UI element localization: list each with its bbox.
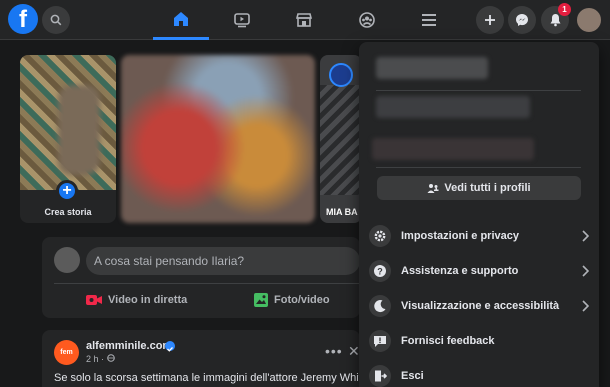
plus-icon [485, 15, 495, 25]
story-avatar [329, 63, 353, 87]
story-card[interactable] [121, 55, 315, 223]
bell-icon [550, 14, 560, 27]
account-avatar[interactable] [575, 6, 603, 34]
blurred-photo [58, 85, 100, 175]
gear-icon [369, 225, 391, 247]
facebook-logo[interactable]: f [8, 4, 38, 34]
profile-item[interactable] [376, 57, 488, 79]
divider [376, 90, 581, 91]
post-timestamp[interactable]: 2 h · [86, 354, 115, 364]
status-input[interactable]: A cosa stai pensando Ilaria? [86, 247, 360, 275]
globe-icon [106, 354, 115, 362]
photo-video-label: Foto/video [274, 294, 330, 306]
menu-item-logout[interactable]: Esci [369, 361, 591, 387]
page-avatar[interactable]: fem [54, 340, 79, 365]
story-author-label: MIA BA [326, 207, 358, 217]
profiles-icon [427, 183, 439, 193]
divider [54, 283, 360, 284]
story-photo [320, 85, 362, 195]
home-icon [174, 11, 188, 26]
post-text: Se solo la scorsa settimana le immagini … [54, 372, 360, 384]
top-bar: f 1 [0, 0, 610, 40]
live-video-icon [86, 295, 102, 305]
notification-badge: 1 [558, 3, 571, 16]
divider [376, 167, 581, 168]
chevron-right-icon [579, 228, 591, 244]
live-video-button[interactable]: Video in diretta [86, 290, 187, 310]
create-button[interactable] [476, 6, 504, 34]
menu-item-give-feedback[interactable]: Fornisci feedback [369, 326, 591, 356]
messenger-button[interactable] [508, 6, 536, 34]
menu-item-label: Fornisci feedback [401, 335, 495, 347]
tab-watch[interactable] [214, 0, 270, 40]
feedback-icon [369, 330, 391, 352]
see-all-profiles-label: Vedi tutti i profili [444, 182, 531, 194]
moon-icon [369, 295, 391, 317]
menu-item-label: Impostazioni e privacy [401, 230, 519, 242]
logout-icon [369, 365, 391, 387]
menu-icon [422, 14, 436, 26]
post-more-options-icon[interactable]: ••• [325, 343, 343, 359]
chevron-right-icon [579, 298, 591, 314]
tab-menu[interactable] [401, 0, 457, 40]
menu-item-label: Visualizzazione e accessibilità [401, 300, 560, 312]
post-time: 2 h · [86, 354, 107, 364]
profile-item[interactable] [372, 138, 534, 160]
tab-marketplace[interactable] [276, 0, 332, 40]
chevron-right-icon [579, 263, 591, 279]
tab-home[interactable] [153, 0, 209, 40]
photo-video-button[interactable]: Foto/video [254, 290, 330, 310]
menu-item-settings-privacy[interactable]: Impostazioni e privacy [369, 221, 591, 251]
menu-item-label: Esci [401, 370, 424, 382]
live-video-label: Video in diretta [108, 294, 188, 306]
tab-groups[interactable] [339, 0, 395, 40]
close-icon[interactable]: ✕ [348, 343, 360, 360]
svg-text:?: ? [377, 266, 383, 276]
post-author-link[interactable]: alfemminile.com [86, 340, 172, 352]
add-story-icon[interactable]: + [56, 180, 78, 202]
search-button[interactable] [42, 6, 70, 34]
verified-badge-icon [165, 341, 175, 352]
menu-item-help-support[interactable]: ? Assistenza e supporto [369, 256, 591, 286]
question-icon: ? [369, 260, 391, 282]
avatar[interactable] [54, 247, 80, 273]
search-icon [50, 14, 62, 26]
profile-item[interactable] [376, 96, 530, 118]
groups-icon [359, 12, 375, 28]
messenger-icon [516, 14, 528, 26]
create-story-label: Crea storia [44, 207, 92, 217]
video-icon [234, 13, 250, 28]
photo-icon [254, 293, 268, 307]
see-all-profiles-button[interactable]: Vedi tutti i profili [377, 176, 581, 200]
menu-item-label: Assistenza e supporto [401, 265, 519, 277]
marketplace-icon [295, 13, 313, 27]
menu-item-display-accessibility[interactable]: Visualizzazione e accessibilità [369, 291, 591, 321]
